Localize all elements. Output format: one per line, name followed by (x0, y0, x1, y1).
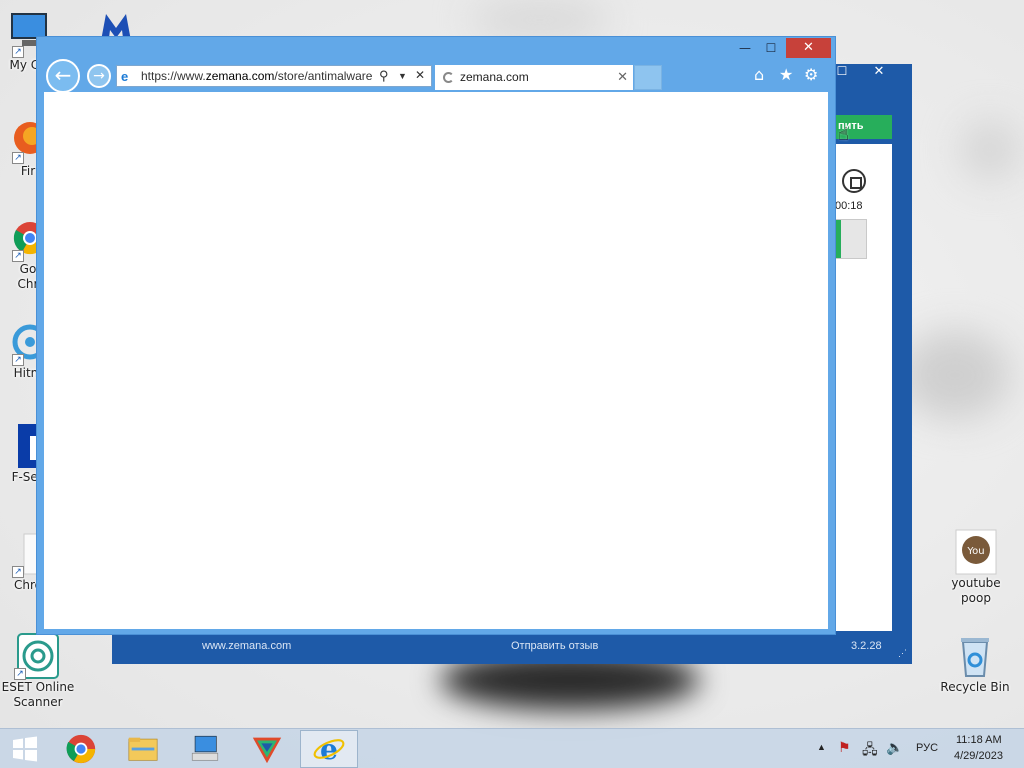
action-center-flag-icon[interactable]: ⚑ (838, 739, 851, 756)
computer-icon (191, 735, 219, 761)
address-url[interactable]: https://www.zemana.com/store/antimalware (141, 69, 377, 83)
address-url-suffix: /store/antimalware (274, 69, 373, 83)
wallpaper-shape (470, 0, 610, 40)
tab-zemana[interactable]: zemana.com ✕ (435, 65, 633, 90)
address-bar[interactable]: e https://www.zemana.com/store/antimalwa… (116, 65, 432, 87)
folder-icon (128, 737, 158, 761)
home-icon[interactable]: ⌂ (754, 65, 764, 84)
settings-gear-icon[interactable]: ⚙ (804, 65, 818, 84)
desktop-icon-eset-online-scanner[interactable]: ↗ ESET Online Scanner (0, 632, 78, 710)
stop-icon[interactable] (842, 169, 866, 193)
start-button[interactable] (0, 730, 50, 768)
zemana-website-link[interactable]: www.zemana.com (202, 640, 291, 652)
desktop-icon-youtube-poop[interactable]: You youtube poop (936, 528, 1016, 606)
taskbar-internet-explorer[interactable]: e (300, 730, 358, 768)
back-arrow-icon: ← (54, 63, 72, 87)
svg-text:You: You (966, 546, 984, 557)
wallpaper-shape (960, 120, 1020, 180)
tab-close-icon[interactable]: ✕ (617, 69, 628, 85)
new-tab-button[interactable] (634, 65, 662, 90)
zemana-icon (252, 737, 282, 764)
zemana-scan-panel (835, 144, 892, 631)
scan-progress-fill (836, 220, 842, 258)
tab-title: zemana.com (460, 70, 529, 84)
scan-timer: 00:18 (835, 200, 863, 212)
ie-page-icon: e (121, 69, 129, 84)
address-url-domain: zemana.com (205, 69, 275, 83)
eset-icon: ↗ (14, 632, 62, 680)
resize-grip-icon: ⋰ (898, 648, 907, 658)
recycle-bin-icon (951, 632, 999, 680)
desktop-icon-label: youtube poop (951, 576, 1001, 605)
svg-text:e: e (320, 732, 338, 766)
zemana-close-button[interactable]: ✕ (864, 64, 894, 84)
desktop-icon-label: Recycle Bin (940, 680, 1010, 694)
maximize-button[interactable]: ☐ (758, 38, 784, 58)
taskbar-zemana[interactable] (238, 730, 296, 768)
youtube-icon: You (952, 528, 1000, 576)
show-hidden-icons-arrow[interactable]: ▲ (817, 742, 826, 752)
taskbar-file-explorer[interactable] (114, 730, 172, 768)
clock-time[interactable]: 11:18 AM (956, 734, 1002, 746)
desktop-icon-recycle-bin[interactable]: Recycle Bin (935, 632, 1015, 695)
page-content[interactable] (44, 92, 828, 629)
forward-arrow-icon: → (93, 68, 105, 84)
loading-spinner-icon (443, 72, 454, 83)
favorites-star-icon[interactable]: ★ (779, 65, 793, 84)
zemana-version: 3.2.28 (851, 640, 882, 652)
volume-icon[interactable]: 🔈 (886, 739, 903, 756)
scan-progress-bar (835, 219, 867, 259)
network-icon[interactable]: 🖧 (862, 739, 878, 763)
close-button[interactable]: ✕ (786, 38, 831, 58)
forward-button[interactable]: → (87, 64, 111, 88)
taskbar-control-panel[interactable] (176, 730, 234, 768)
hand-cursor-icon: ☝ (838, 124, 849, 145)
taskbar-chrome[interactable] (52, 730, 110, 768)
internet-explorer-icon: e (313, 732, 345, 766)
internet-explorer-window[interactable]: — ☐ ✕ ← → e https://www.zemana.com/store… (36, 36, 836, 635)
dropdown-arrow-icon[interactable]: ▼ (398, 71, 407, 81)
minimize-button[interactable]: — (732, 38, 758, 58)
clock-date[interactable]: 4/29/2023 (954, 750, 1003, 762)
desktop-icon-label: ESET Online Scanner (1, 680, 75, 709)
taskbar: e ▲ ⚑ 🖧 🔈 РУС 11:18 AM 4/29/2023 (0, 728, 1024, 768)
language-indicator[interactable]: РУС (916, 742, 938, 754)
windows-logo-icon (13, 736, 37, 762)
search-icon[interactable]: ⚲ (379, 68, 389, 84)
back-button[interactable]: ← (46, 59, 80, 93)
address-url-prefix: https://www. (141, 69, 206, 83)
zemana-feedback-link[interactable]: Отправить отзыв (511, 640, 598, 652)
wallpaper-shape (900, 330, 1010, 420)
chrome-icon (66, 734, 96, 764)
stop-loading-icon[interactable]: ✕ (415, 68, 425, 82)
